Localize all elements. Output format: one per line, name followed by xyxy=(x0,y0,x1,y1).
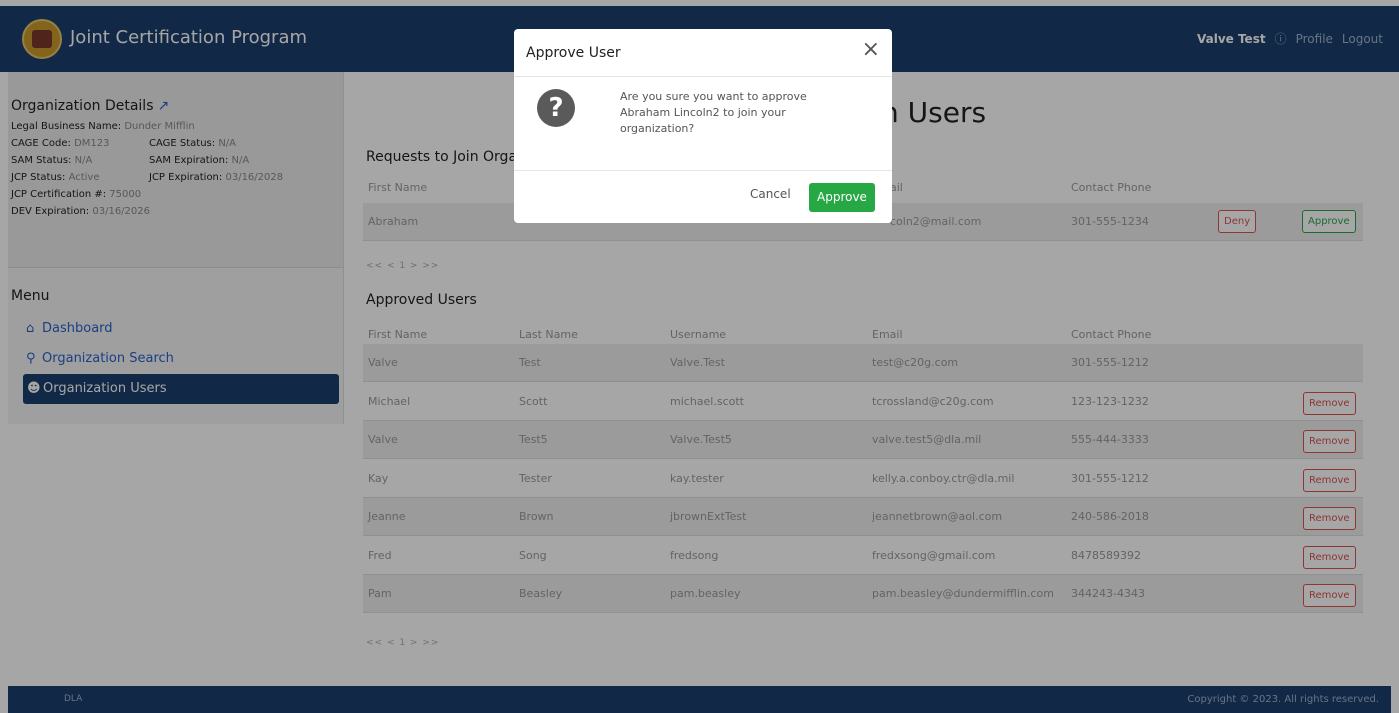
approve-button[interactable]: Approve xyxy=(809,183,875,212)
modal-header: Approve User × xyxy=(514,29,892,77)
approve-user-modal: Approve User × ? Are you sure you want t… xyxy=(514,29,892,223)
close-icon[interactable]: × xyxy=(862,39,880,61)
question-icon: ? xyxy=(537,89,575,127)
confirm-message: Are you sure you want to approve Abraham… xyxy=(620,90,807,135)
cancel-button[interactable]: Cancel xyxy=(750,187,791,201)
modal-footer: Cancel Approve xyxy=(514,171,892,223)
modal-title: Approve User xyxy=(526,45,621,61)
modal-body: ? Are you sure you want to approve Abrah… xyxy=(514,77,892,171)
